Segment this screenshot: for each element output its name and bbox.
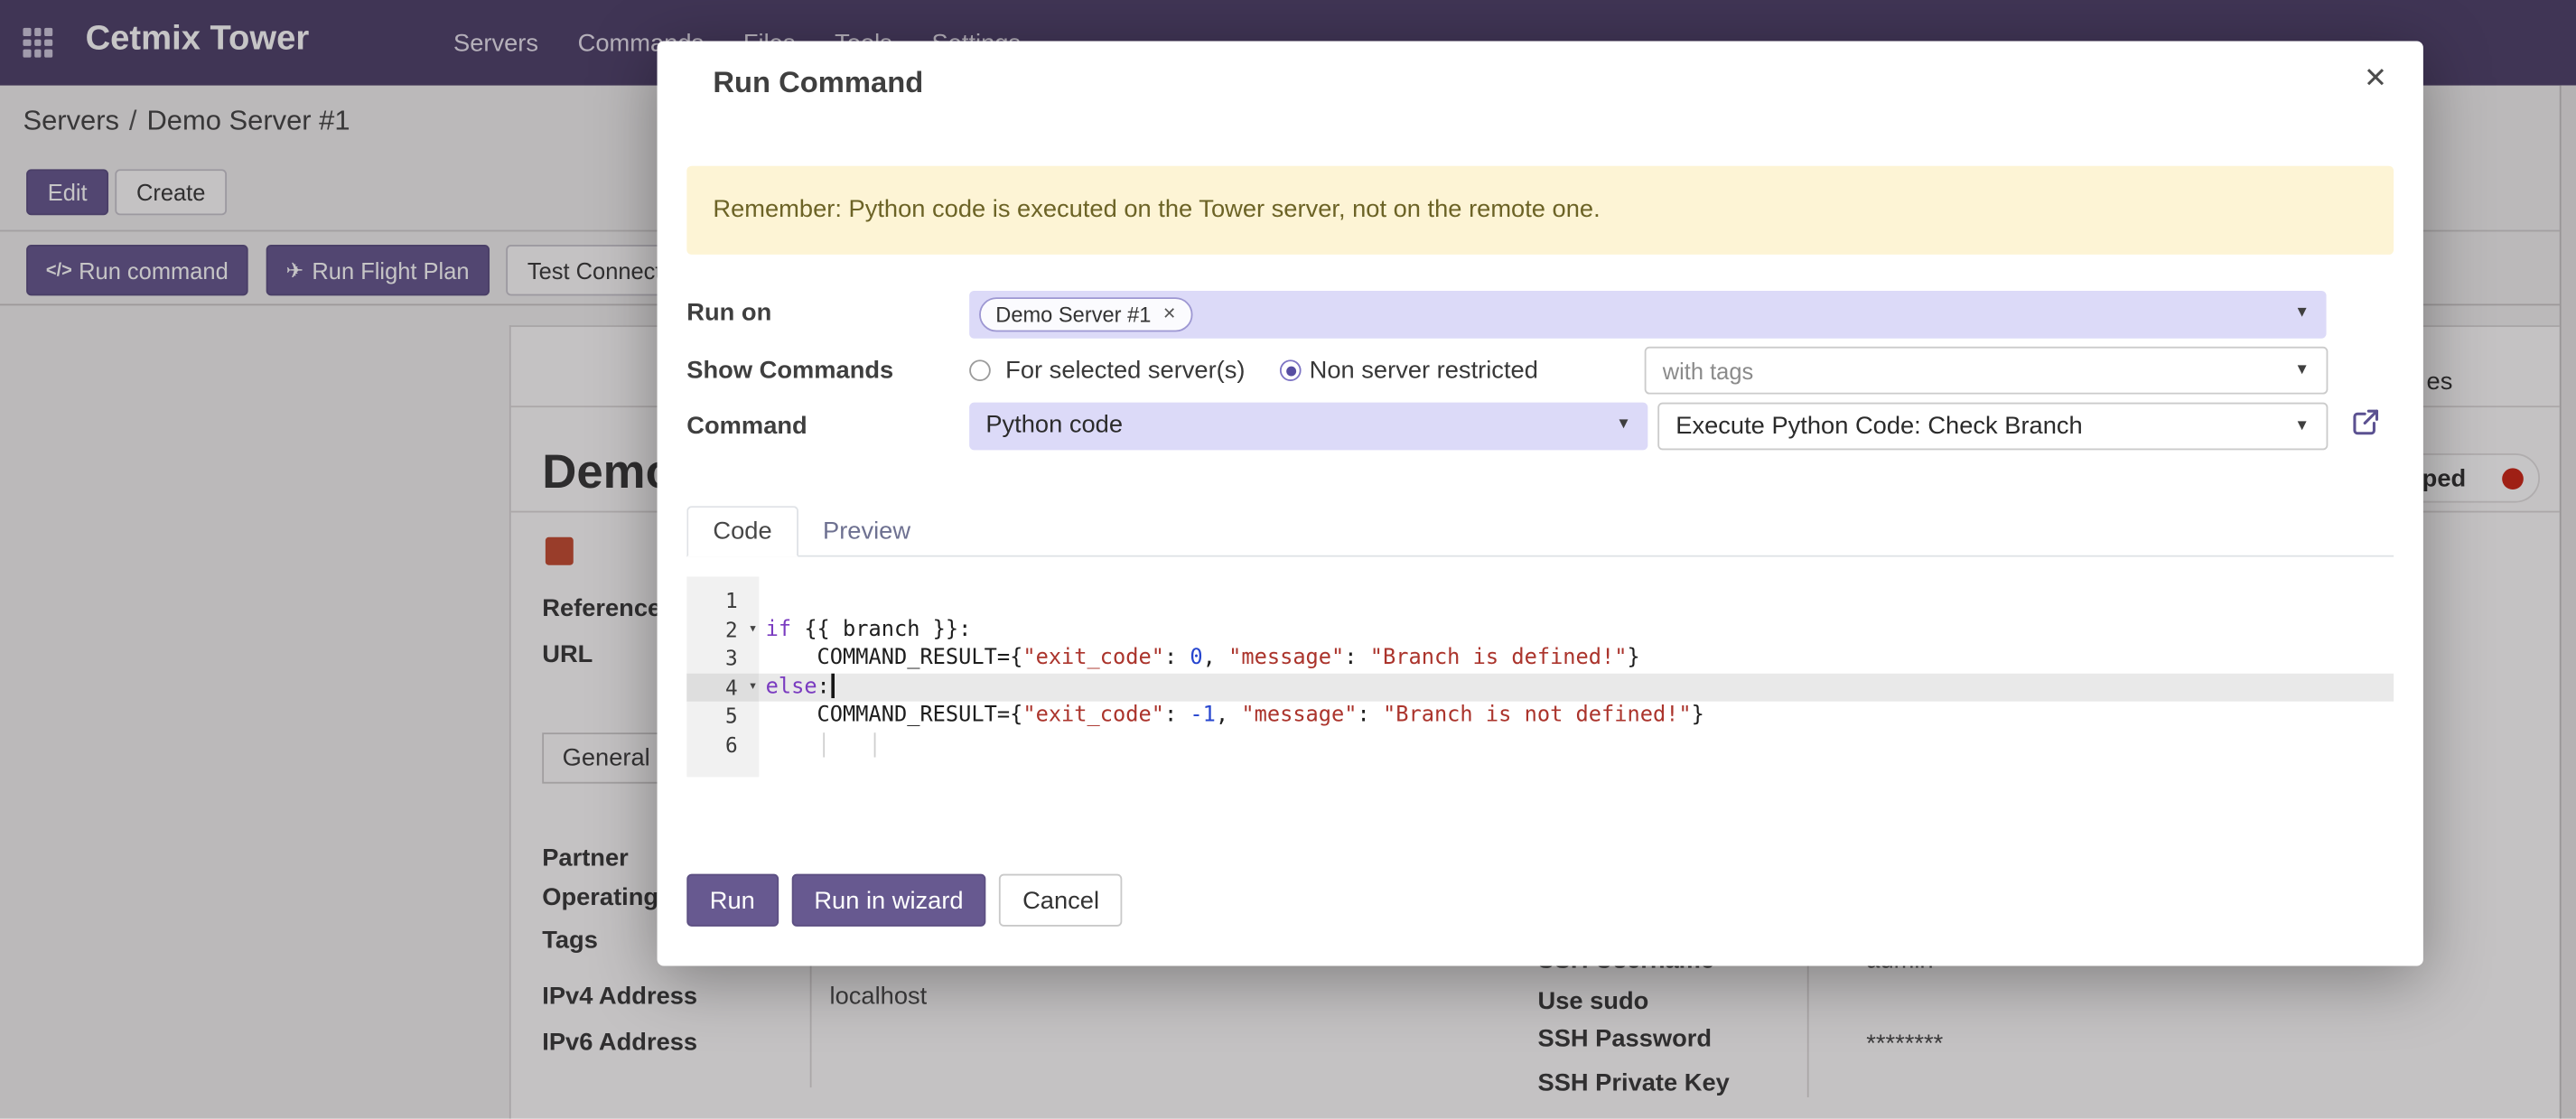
line-number-1: 1	[686, 586, 759, 615]
close-icon[interactable]: ✕	[2364, 62, 2387, 95]
radio-for-selected-servers-label[interactable]: For selected server(s)	[1005, 357, 1245, 385]
fold-arrow-icon[interactable]: ▾	[749, 615, 758, 644]
caret-down-icon[interactable]: ▾	[2298, 417, 2307, 435]
line-number-3: 3	[686, 644, 759, 673]
run-in-wizard-button[interactable]: Run in wizard	[791, 874, 986, 927]
screen: Cetmix Tower Servers Commands Files Tool…	[0, 0, 2576, 1119]
tab-preview[interactable]: Preview	[798, 508, 936, 555]
show-commands-label: Show Commands	[686, 357, 893, 385]
code-line-2[interactable]: if {{ branch }}:	[766, 615, 2394, 644]
radio-non-server-restricted-label[interactable]: Non server restricted	[1310, 357, 1538, 385]
external-link-icon[interactable]	[2351, 407, 2381, 437]
alert-text: Remember: Python code is executed on the…	[713, 166, 1600, 255]
command-select[interactable]: Execute Python Code: Check Branch ▾	[1657, 403, 2328, 451]
with-tags-select[interactable]: with tags ▾	[1645, 347, 2329, 395]
command-type-select[interactable]: Python code ▾	[969, 403, 1647, 451]
run-on-field[interactable]: Demo Server #1 ✕ ▾	[969, 291, 2326, 339]
indent-guide	[874, 732, 876, 756]
code-line-5[interactable]: COMMAND_RESULT={"exit_code": -1, "messag…	[766, 702, 2394, 731]
caret-down-icon[interactable]: ▾	[2298, 361, 2307, 379]
notebook-tabs: Code Preview	[686, 503, 2394, 557]
tab-code[interactable]: Code	[686, 506, 798, 556]
indent-guide	[823, 732, 825, 756]
code-line-1[interactable]	[766, 586, 2394, 615]
radio-for-selected-servers[interactable]	[969, 359, 991, 381]
command-label: Command	[686, 413, 807, 441]
server-tag[interactable]: Demo Server #1 ✕	[979, 297, 1193, 331]
modal-footer: Run Run in wizard Cancel	[686, 874, 1122, 927]
run-button[interactable]: Run	[686, 874, 778, 927]
run-on-label: Run on	[686, 299, 771, 327]
code-line-3[interactable]: COMMAND_RESULT={"exit_code": 0, "message…	[766, 644, 2394, 673]
code-area[interactable]: if {{ branch }}: COMMAND_RESULT={"exit_c…	[759, 576, 2394, 777]
line-number-6: 6	[686, 731, 759, 760]
warning-alert: Remember: Python code is executed on the…	[686, 166, 2394, 255]
run-command-modal: Run Command ✕ Remember: Python code is e…	[658, 41, 2423, 965]
cancel-button[interactable]: Cancel	[1000, 874, 1123, 927]
remove-tag-icon[interactable]: ✕	[1162, 305, 1176, 323]
line-number-4: 4▾	[686, 673, 759, 702]
fold-arrow-icon[interactable]: ▾	[749, 673, 758, 702]
code-line-4[interactable]: else:	[759, 673, 2394, 702]
line-number-2: 2▾	[686, 615, 759, 644]
line-number-5: 5	[686, 702, 759, 731]
editor-gutter: 1 2▾ 3 4▾ 5 6	[686, 576, 759, 777]
text-cursor-icon	[832, 673, 835, 697]
radio-non-server-restricted[interactable]	[1280, 359, 1302, 381]
modal-title: Run Command	[713, 66, 923, 100]
caret-down-icon[interactable]: ▾	[2298, 303, 2307, 322]
chevron-down-icon[interactable]: ▾	[1619, 415, 1628, 434]
code-line-6[interactable]	[766, 731, 2394, 760]
code-editor[interactable]: 1 2▾ 3 4▾ 5 6 if {{ branch }}: COMMAND_R…	[686, 576, 2394, 777]
